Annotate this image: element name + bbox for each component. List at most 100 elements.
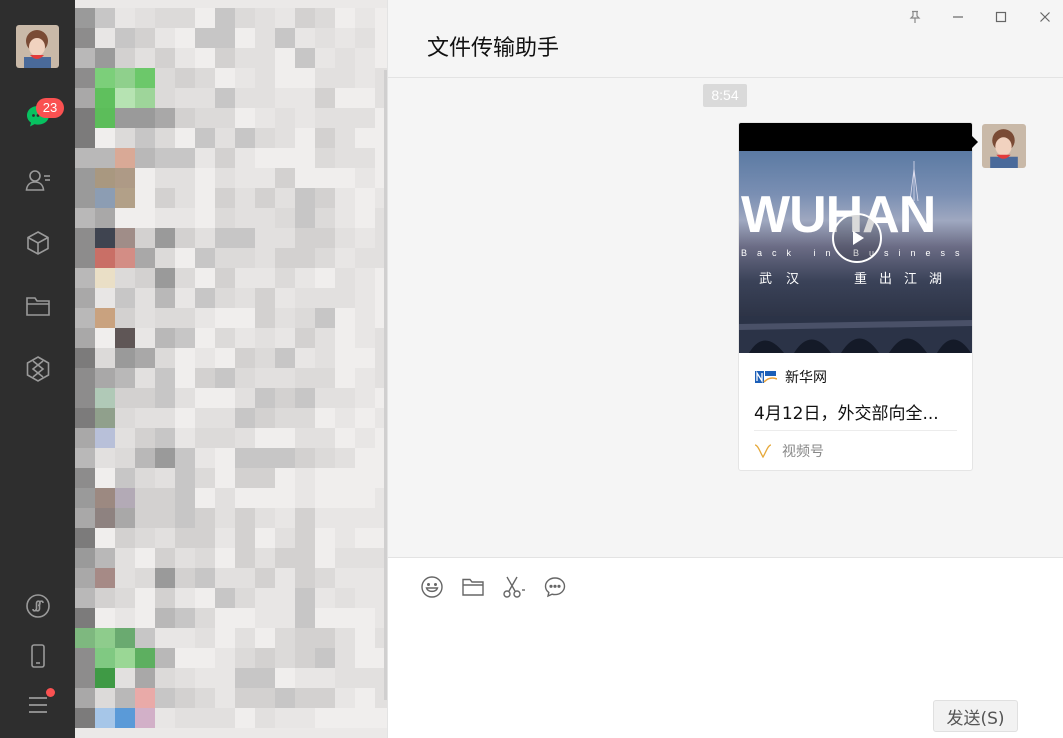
- pixel-cell: [215, 188, 235, 208]
- pin-button[interactable]: [901, 6, 929, 28]
- pixel-cell: [255, 608, 275, 628]
- contacts-nav-button[interactable]: [22, 164, 54, 196]
- pixel-cell: [235, 588, 255, 608]
- pixel-cell: [215, 68, 235, 88]
- screenshot-button[interactable]: [501, 574, 527, 600]
- user-avatar[interactable]: [16, 25, 59, 68]
- close-button[interactable]: [1031, 6, 1059, 28]
- pixel-cell: [115, 28, 135, 48]
- pixel-cell: [355, 148, 375, 168]
- pixel-cell: [195, 448, 215, 468]
- pixel-cell: [335, 188, 355, 208]
- pixel-cell: [275, 68, 295, 88]
- pixel-cell: [335, 308, 355, 328]
- pixel-cell: [175, 428, 195, 448]
- pixel-cell: [155, 348, 175, 368]
- pixel-cell: [255, 428, 275, 448]
- chat-list-blurred[interactable]: [75, 0, 387, 738]
- pixel-cell: [255, 388, 275, 408]
- pixel-cell: [75, 548, 95, 568]
- pixel-cell: [315, 228, 335, 248]
- pixel-cell: [335, 708, 355, 728]
- pixel-cell: [115, 488, 135, 508]
- favorites-nav-button[interactable]: [22, 227, 54, 259]
- pixel-cell: [295, 688, 315, 708]
- pixel-cell: [115, 148, 135, 168]
- pixel-cell: [135, 188, 155, 208]
- pixel-cell: [275, 248, 295, 268]
- pixel-cell: [95, 628, 115, 648]
- pixel-cell: [115, 708, 135, 728]
- pixel-cell: [215, 28, 235, 48]
- pixel-cell: [195, 88, 215, 108]
- pixel-cell: [155, 648, 175, 668]
- pixel-cell: [315, 168, 335, 188]
- pixel-cell: [175, 168, 195, 188]
- pixel-cell: [75, 68, 95, 88]
- emoji-button[interactable]: [419, 574, 445, 600]
- message-area[interactable]: 8:54 WUHAN Back in Business 武汉 重出江湖 新华网 …: [388, 79, 1063, 557]
- pixel-cell: [295, 628, 315, 648]
- pixel-cell: [155, 448, 175, 468]
- pixel-cell: [375, 8, 387, 28]
- pixel-cell: [95, 588, 115, 608]
- pixel-cell: [95, 368, 115, 388]
- pixel-cell: [355, 308, 375, 328]
- pixel-cell: [195, 408, 215, 428]
- pixel-cell: [335, 8, 355, 28]
- pixel-cell: [295, 188, 315, 208]
- chat-panel: 文件传输助手 8:54 WUHAN Back in Business 武汉 重出…: [387, 0, 1063, 738]
- channels-video-card[interactable]: WUHAN Back in Business 武汉 重出江湖 新华网 4月12日…: [738, 122, 973, 471]
- pixel-cell: [215, 528, 235, 548]
- pixel-cell: [135, 508, 155, 528]
- pixel-cell: [75, 688, 95, 708]
- maximize-button[interactable]: [987, 6, 1015, 28]
- video-thumbnail[interactable]: WUHAN Back in Business 武汉 重出江湖: [739, 123, 972, 353]
- pixel-cell: [75, 108, 95, 128]
- pixel-cell: [235, 228, 255, 248]
- chat-history-button[interactable]: [542, 574, 568, 600]
- pixel-cell: [335, 628, 355, 648]
- pixel-cell: [95, 608, 115, 628]
- pixel-cell: [95, 8, 115, 28]
- pixel-cell: [295, 648, 315, 668]
- pixel-cell: [135, 348, 155, 368]
- pixel-cell: [75, 628, 95, 648]
- files-nav-button[interactable]: [22, 290, 54, 322]
- pixel-cell: [295, 468, 315, 488]
- pixel-cell: [75, 168, 95, 188]
- phone-nav-button[interactable]: [22, 640, 54, 672]
- pixel-cell: [115, 88, 135, 108]
- pixel-cell: [335, 568, 355, 588]
- message-input-area[interactable]: 发送(S): [388, 557, 1063, 738]
- pixel-cell: [175, 488, 195, 508]
- pixel-cell: [315, 708, 335, 728]
- pixel-cell: [355, 388, 375, 408]
- pixel-cell: [135, 248, 155, 268]
- pixel-cell: [135, 568, 155, 588]
- pixel-cell: [215, 688, 235, 708]
- pixel-cell: [275, 348, 295, 368]
- pixel-cell: [355, 48, 375, 68]
- mini-programs-nav-button[interactable]: [22, 590, 54, 622]
- moments-nav-button[interactable]: [22, 353, 54, 385]
- play-button[interactable]: [832, 213, 882, 263]
- pixel-cell: [335, 228, 355, 248]
- sender-avatar[interactable]: [982, 124, 1026, 168]
- pixel-cell: [315, 248, 335, 268]
- pixel-cell: [295, 588, 315, 608]
- pixel-cell: [235, 628, 255, 648]
- pixel-cell: [155, 188, 175, 208]
- minimize-button[interactable]: [944, 6, 972, 28]
- send-file-button[interactable]: [460, 574, 486, 600]
- pixel-cell: [195, 488, 215, 508]
- card-divider: [754, 430, 957, 431]
- pixel-cell: [275, 28, 295, 48]
- pixel-cell: [235, 568, 255, 588]
- pixel-cell: [355, 68, 375, 88]
- pixel-cell: [135, 68, 155, 88]
- send-button[interactable]: 发送(S): [933, 700, 1018, 732]
- pixel-cell: [115, 428, 135, 448]
- close-icon: [1040, 12, 1050, 22]
- aperture-icon: [26, 356, 50, 382]
